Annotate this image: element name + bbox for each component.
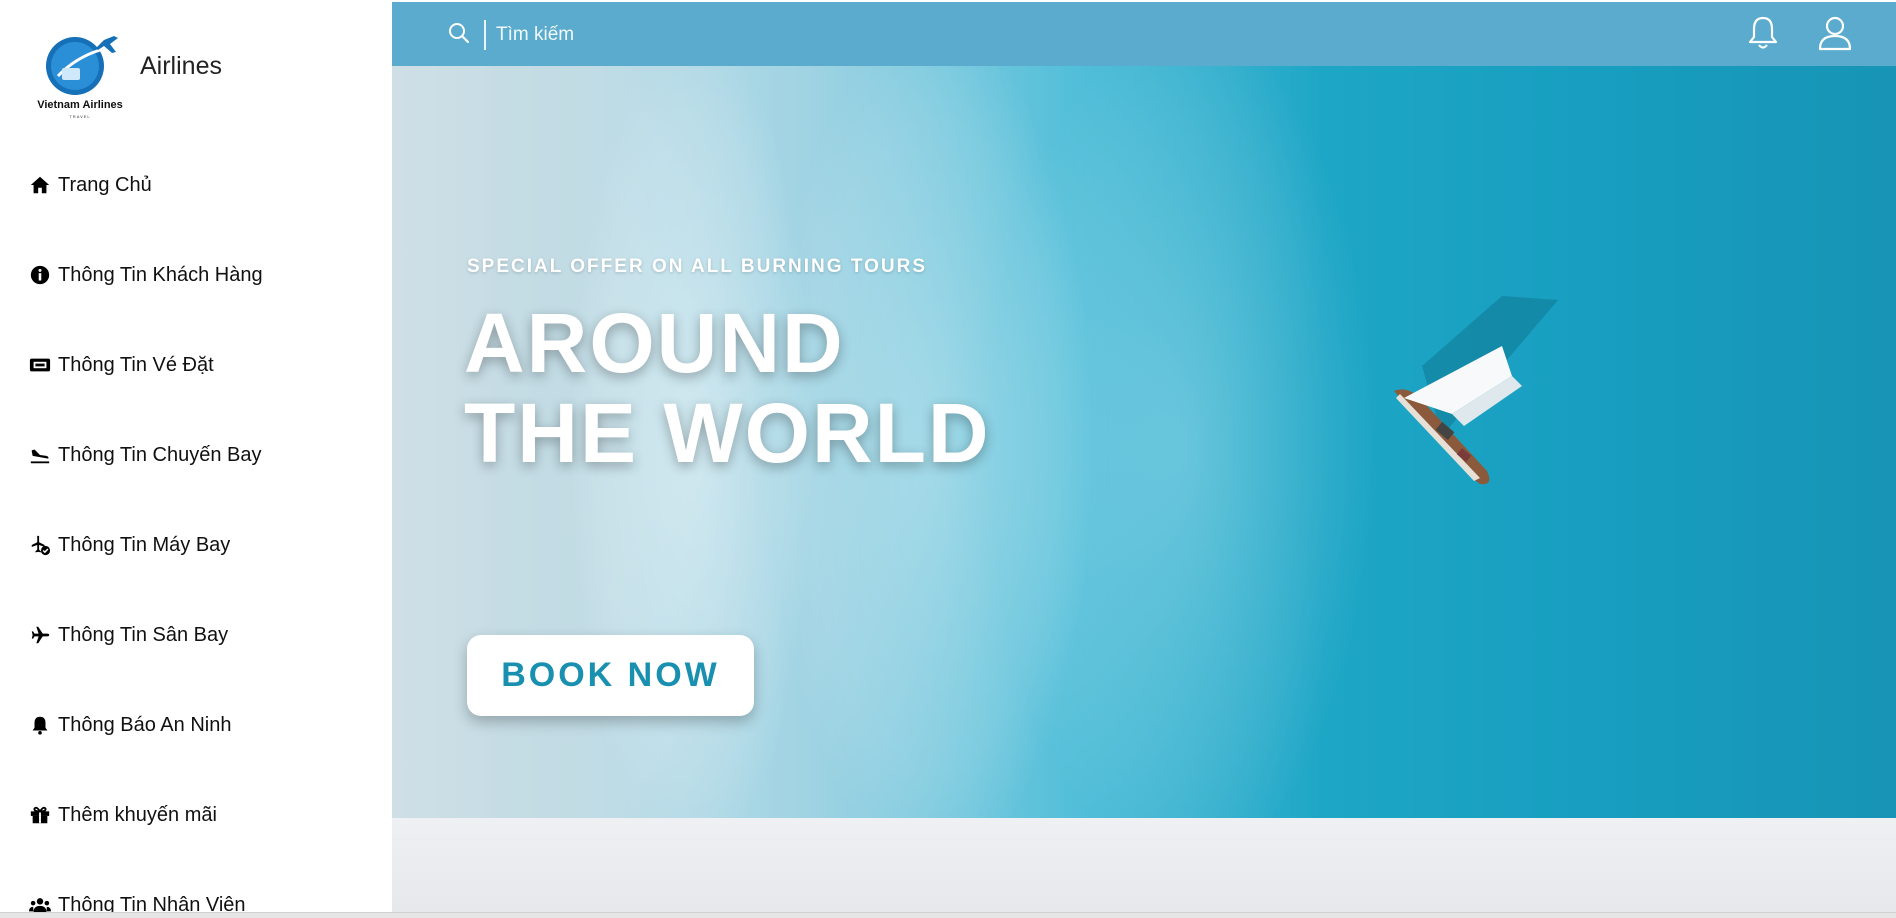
sidebar-item-label: Thông Tin Chuyến Bay	[58, 443, 262, 466]
hero-banner: SPECIAL OFFER ON ALL BURNING TOURS AROUN…	[392, 66, 1896, 818]
hero-headline: AROUND THE WORLD	[464, 296, 991, 480]
sidebar-item-label: Thông Tin Khách Hàng	[58, 263, 263, 286]
plane-arrival-icon	[28, 443, 52, 467]
sidebar-item-label: Thông Báo An Ninh	[58, 713, 232, 736]
plane-check-icon	[28, 533, 52, 557]
sidebar-item-label: Trang Chủ	[58, 173, 152, 196]
bell-icon	[28, 713, 52, 737]
sailboat-image	[1394, 296, 1558, 485]
brand[interactable]: Vietnam Airlines TRAVEL Airlines	[30, 28, 222, 120]
sidebar-item-customer-info[interactable]: Thông Tin Khách Hàng	[28, 255, 263, 295]
brand-name: Airlines	[140, 52, 222, 80]
home-icon	[28, 173, 52, 197]
sidebar-item-label: Thông Tin Nhân Viên	[58, 893, 246, 913]
sidebar-item-ticket-info[interactable]: Thông Tin Vé Đặt	[28, 345, 214, 385]
sidebar-item-label: Thông Tin Vé Đặt	[58, 353, 214, 376]
notification-bell-icon[interactable]	[1742, 12, 1784, 54]
ticket-icon	[28, 353, 52, 377]
content-area	[392, 818, 1896, 912]
sidebar-item-airport-info[interactable]: Thông Tin Sân Bay	[28, 615, 228, 655]
sidebar-item-label: Thêm khuyến mãi	[58, 803, 217, 826]
svg-text:TRAVEL: TRAVEL	[69, 114, 90, 119]
info-circle-icon	[28, 263, 52, 287]
sidebar-item-flight-info[interactable]: Thông Tin Chuyến Bay	[28, 435, 261, 475]
sidebar-item-staff-info[interactable]: Thông Tin Nhân Viên	[28, 885, 246, 912]
users-icon	[28, 893, 52, 912]
book-now-button[interactable]: BOOK NOW	[467, 635, 754, 716]
search-input[interactable]	[496, 18, 916, 52]
search-icon[interactable]	[446, 20, 472, 46]
sidebar-item-label: Thông Tin Sân Bay	[58, 623, 229, 646]
horizontal-scrollbar[interactable]	[0, 912, 1896, 918]
sidebar: Vietnam Airlines TRAVEL Airlines Trang C…	[0, 0, 392, 912]
user-profile-icon[interactable]	[1814, 12, 1856, 54]
gift-icon	[28, 803, 52, 827]
search-divider	[484, 20, 486, 50]
plane-icon	[28, 623, 52, 647]
vietnam-airlines-logo: Vietnam Airlines TRAVEL	[37, 36, 123, 119]
sidebar-item-aircraft-info[interactable]: Thông Tin Máy Bay	[28, 525, 230, 565]
sidebar-item-security-notice[interactable]: Thông Báo An Ninh	[28, 705, 231, 745]
wave-foam	[992, 66, 1372, 818]
top-bar	[392, 2, 1896, 66]
sidebar-item-add-promotion[interactable]: Thêm khuyến mãi	[28, 795, 217, 835]
sidebar-item-label: Thông Tin Máy Bay	[58, 533, 231, 556]
hero-kicker: SPECIAL OFFER ON ALL BURNING TOURS	[467, 256, 927, 277]
svg-text:Vietnam Airlines: Vietnam Airlines	[37, 99, 123, 111]
sidebar-item-home[interactable]: Trang Chủ	[28, 165, 152, 205]
